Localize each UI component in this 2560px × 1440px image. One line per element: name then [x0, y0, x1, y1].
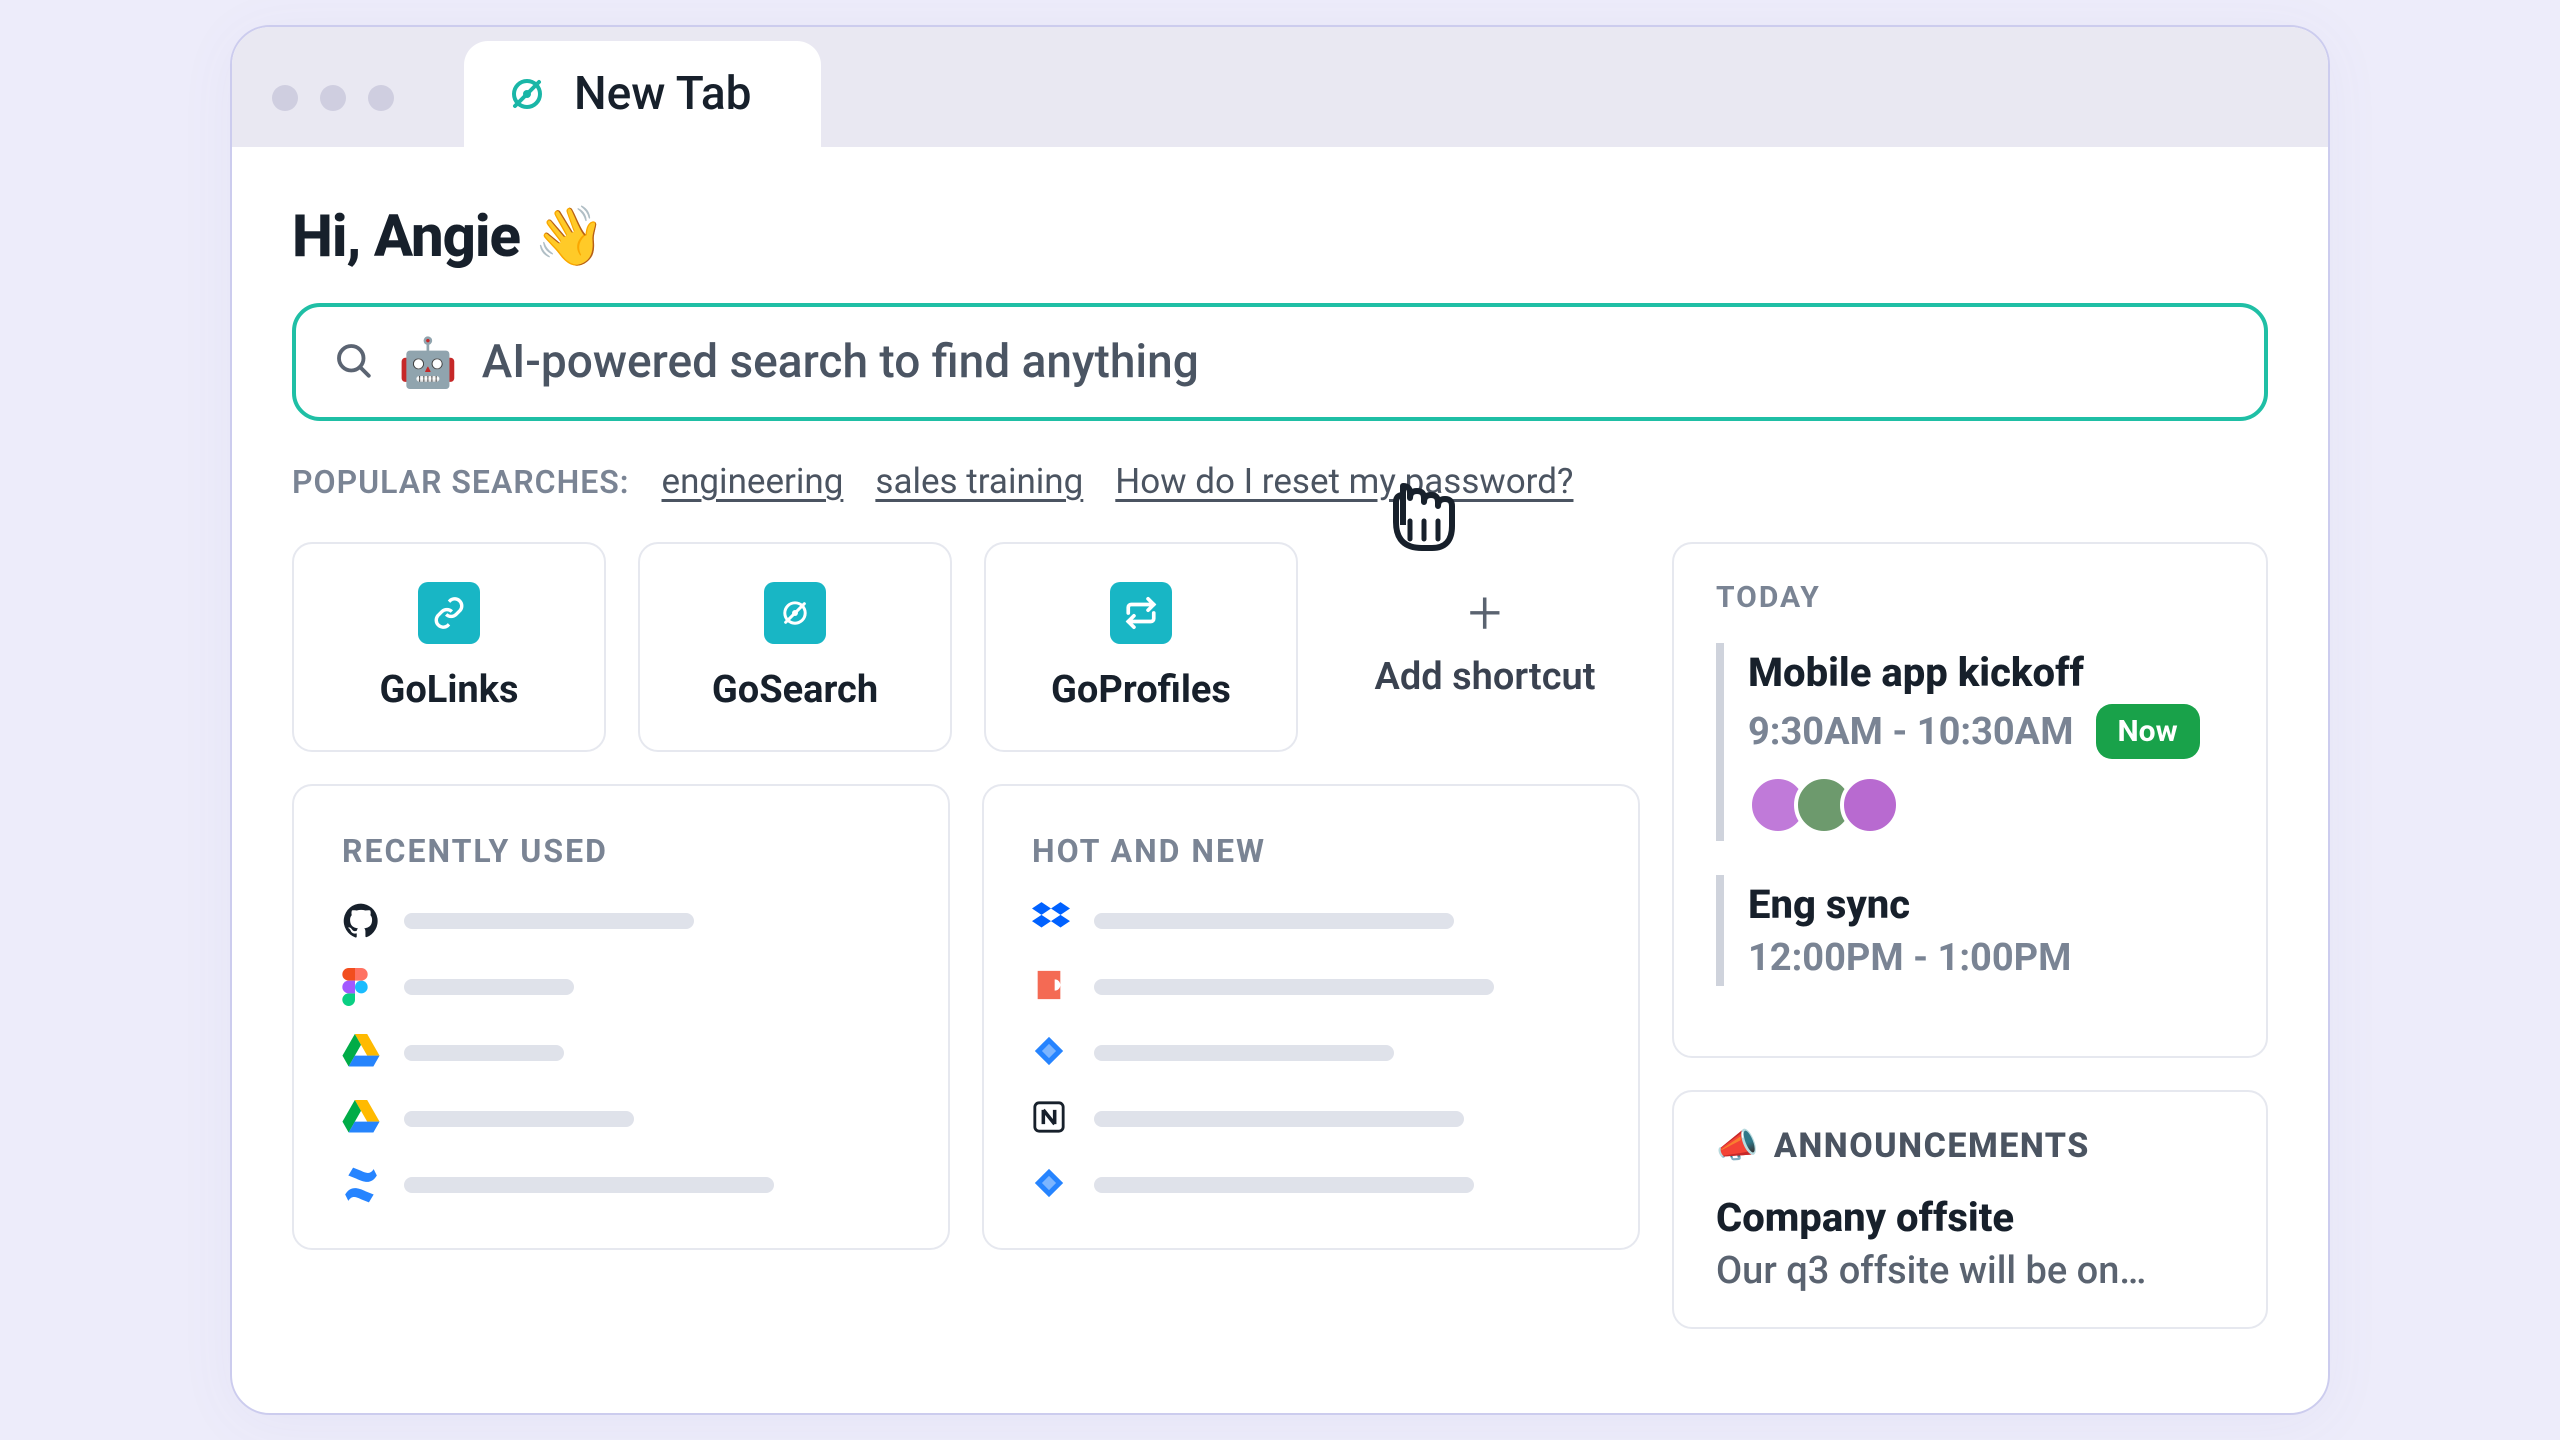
popular-searches-label: POPULAR SEARCHES: [292, 463, 630, 501]
announcements-panel: 📣 ANNOUNCEMENTS Company offsite Our q3 o… [1672, 1090, 2268, 1329]
shortcut-golinks[interactable]: GoLinks [292, 542, 606, 752]
two-panels: RECENTLY USED HOT AND NEW [292, 784, 1640, 1250]
traffic-lights [272, 85, 464, 147]
jira-icon [1032, 1166, 1070, 1204]
calendar-event[interactable]: Mobile app kickoff 9:30AM - 10:30AM Now [1716, 643, 2224, 841]
gdrive-icon [342, 1100, 380, 1138]
greeting-text: Hi, Angie [292, 203, 520, 271]
search-icon [332, 339, 374, 385]
traffic-light-maximize[interactable] [368, 85, 394, 111]
list-item[interactable] [342, 954, 900, 1020]
traffic-light-close[interactable] [272, 85, 298, 111]
list-item[interactable] [1032, 1086, 1590, 1152]
search-bar[interactable]: 🤖 AI-powered search to find anything [292, 303, 2268, 421]
announcement-title: Company offsite [1716, 1194, 2224, 1241]
skeleton-text [404, 913, 694, 929]
list-item[interactable] [342, 1086, 900, 1152]
list-item[interactable] [342, 1020, 900, 1086]
popular-search-link[interactable]: How do I reset my password? [1115, 461, 1573, 502]
jira-icon [1032, 1034, 1070, 1072]
today-label: TODAY [1716, 580, 2224, 615]
goprofiles-icon [1110, 582, 1172, 644]
announcements-header-text: ANNOUNCEMENTS [1774, 1126, 2090, 1166]
event-title: Eng sync [1748, 881, 2224, 928]
github-icon [342, 902, 380, 940]
shortcut-label: GoSearch [712, 668, 878, 712]
notion-icon [1032, 1100, 1070, 1138]
skeleton-text [404, 979, 574, 995]
plus-icon: + [1468, 595, 1502, 631]
tab-title: New Tab [574, 67, 751, 121]
page-content: Hi, Angie 👋 🤖 AI-powered search to find … [232, 147, 2328, 1329]
golinks-icon [418, 582, 480, 644]
dropbox-icon [1032, 902, 1070, 940]
gosearch-favicon-icon [504, 71, 550, 117]
browser-tab[interactable]: New Tab [464, 41, 821, 147]
avatar [1840, 775, 1900, 835]
shortcuts-row: GoLinks GoSearch GoProfiles [292, 542, 1640, 752]
skeleton-text [1094, 1177, 1474, 1193]
recently-used-list [342, 888, 900, 1218]
shortcut-label: GoLinks [379, 668, 518, 712]
today-panel: TODAY Mobile app kickoff 9:30AM - 10:30AM… [1672, 542, 2268, 1058]
announcement-body: Our q3 offsite will be on… [1716, 1249, 2224, 1293]
list-item[interactable] [342, 888, 900, 954]
popular-search-link[interactable]: sales training [875, 461, 1083, 502]
confluence-icon [342, 1166, 380, 1204]
events-list: Mobile app kickoff 9:30AM - 10:30AM Now Eng… [1716, 643, 2224, 986]
tab-bar: New Tab [232, 27, 2328, 147]
main-grid: GoLinks GoSearch GoProfiles [292, 542, 2268, 1329]
figma-icon [342, 968, 380, 1006]
event-avatars [1748, 775, 2224, 835]
now-badge: Now [2096, 704, 2200, 759]
event-title: Mobile app kickoff [1748, 649, 2224, 696]
search-placeholder: AI-powered search to find anything [482, 335, 1199, 389]
megaphone-icon: 📣 [1716, 1126, 1760, 1166]
popular-search-link[interactable]: engineering [662, 461, 844, 502]
add-shortcut-button[interactable]: + Add shortcut [1330, 542, 1640, 752]
hot-and-new-title: HOT AND NEW [1032, 832, 1590, 870]
skeleton-text [1094, 913, 1454, 929]
popular-searches-row: POPULAR SEARCHES: engineering sales trai… [292, 461, 2268, 502]
skeleton-text [1094, 979, 1494, 995]
hot-and-new-list [1032, 888, 1590, 1218]
robot-icon: 🤖 [398, 334, 458, 391]
calendar-event[interactable]: Eng sync 12:00PM - 1:00PM [1716, 875, 2224, 986]
browser-window: New Tab Hi, Angie 👋 🤖 AI-powered search … [230, 25, 2330, 1415]
event-time: 9:30AM - 10:30AM [1748, 710, 2074, 754]
traffic-light-minimize[interactable] [320, 85, 346, 111]
list-item[interactable] [342, 1152, 900, 1218]
skeleton-text [404, 1111, 634, 1127]
gdrive-icon [342, 1034, 380, 1072]
shortcut-gosearch[interactable]: GoSearch [638, 542, 952, 752]
recently-used-panel: RECENTLY USED [292, 784, 950, 1250]
greeting: Hi, Angie 👋 [292, 203, 2268, 271]
list-item[interactable] [1032, 1152, 1590, 1218]
skeleton-text [404, 1177, 774, 1193]
shortcut-goprofiles[interactable]: GoProfiles [984, 542, 1298, 752]
wave-emoji: 👋 [533, 203, 604, 271]
coda-icon [1032, 968, 1070, 1006]
left-column: GoLinks GoSearch GoProfiles [292, 542, 1640, 1329]
skeleton-text [1094, 1045, 1394, 1061]
event-time: 12:00PM - 1:00PM [1748, 936, 2071, 980]
recently-used-title: RECENTLY USED [342, 832, 900, 870]
skeleton-text [1094, 1111, 1464, 1127]
add-shortcut-label: Add shortcut [1374, 655, 1595, 699]
right-column: TODAY Mobile app kickoff 9:30AM - 10:30AM… [1672, 542, 2268, 1329]
shortcut-label: GoProfiles [1051, 668, 1231, 712]
hot-and-new-panel: HOT AND NEW [982, 784, 1640, 1250]
announcements-header: 📣 ANNOUNCEMENTS [1716, 1126, 2224, 1166]
list-item[interactable] [1032, 888, 1590, 954]
gosearch-icon [764, 582, 826, 644]
list-item[interactable] [1032, 954, 1590, 1020]
list-item[interactable] [1032, 1020, 1590, 1086]
skeleton-text [404, 1045, 564, 1061]
